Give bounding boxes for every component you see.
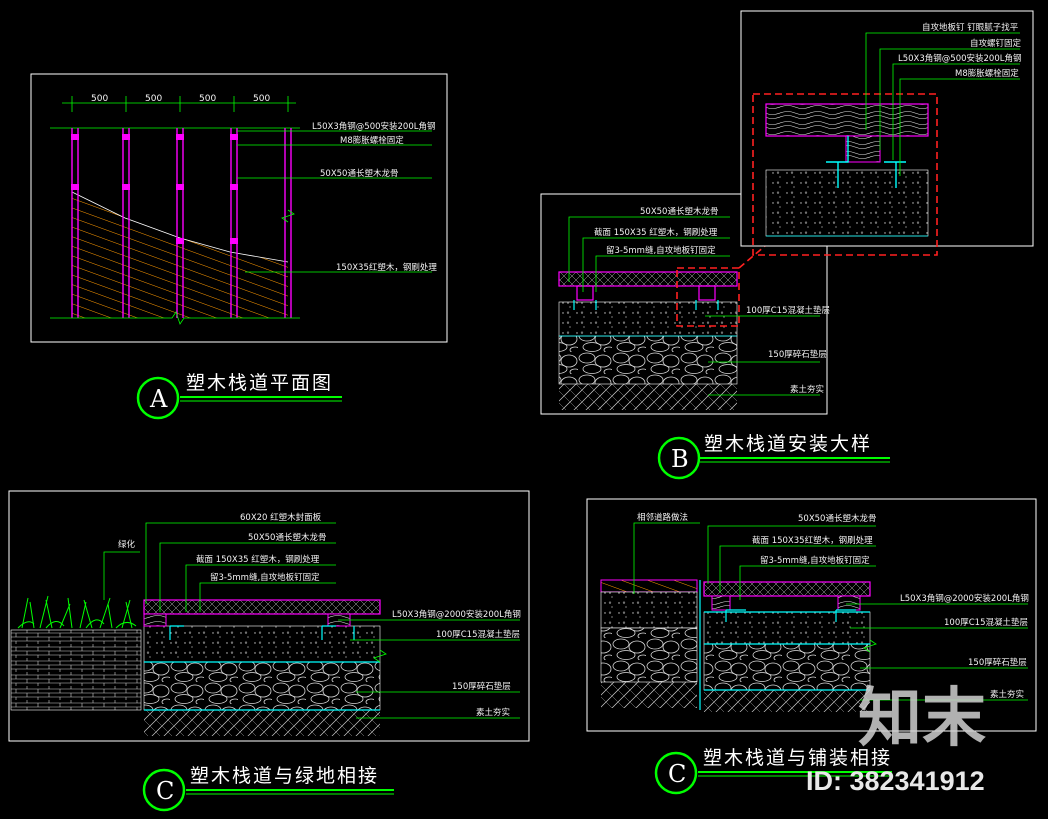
c1-callout-gravel: 150厚碎石垫层 bbox=[452, 681, 511, 692]
c2-side-label: 相邻道路做法 bbox=[637, 512, 688, 523]
dim-3: 500 bbox=[199, 94, 216, 104]
panel-c1-letter: C bbox=[156, 777, 174, 805]
c1-callout-board: 截面 150X35 红塑木，钢刷处理 bbox=[196, 554, 320, 565]
panel-b-letter: B bbox=[671, 445, 689, 473]
callout-decking: 150X35红塑木，钢刷处理 bbox=[336, 262, 437, 273]
c1-callout-concrete: 100厚C15混凝土垫层 bbox=[436, 629, 520, 640]
panel-b-enlarged-detail: 自攻地板钉 钉眼腻子找平 自攻螺钉固定 L50X3角钢@500安装200L角钢 … bbox=[740, 10, 1034, 256]
b-callout-soil: 素土夯实 bbox=[790, 384, 824, 395]
b-callout-board: 截面 150X35 红塑木，钢刷处理 bbox=[594, 227, 718, 238]
c1-callout-cover: 60X20 红塑木封面板 bbox=[240, 512, 322, 523]
watermark-id: ID: 382341912 bbox=[806, 766, 985, 796]
c2-callout-gravel: 150厚碎石垫层 bbox=[968, 657, 1027, 668]
grass-icon bbox=[17, 595, 137, 629]
c2-callout-joist: 50X50通长塑木龙骨 bbox=[798, 513, 876, 524]
callout-angle-steel: L50X3角钢@500安装200L角钢 bbox=[312, 121, 435, 132]
detail-callout-bolt: M8膨胀螺栓固定 bbox=[955, 68, 1019, 79]
callout-expansion-bolt: M8膨胀螺栓固定 bbox=[340, 135, 404, 146]
c2-callout-board: 截面 150X35红塑木，钢刷处理 bbox=[752, 535, 873, 546]
c2-callout-concrete: 100厚C15混凝土垫层 bbox=[944, 617, 1028, 628]
c2-callout-angle: L50X3角钢@2000安装200L角钢 bbox=[900, 593, 1029, 604]
panel-c1-title-block: C 塑木栈道与绿地相接 bbox=[142, 765, 394, 812]
panel-a-plan: 500 500 500 500 L50X3角钢@500安装200L角钢 M8膨胀… bbox=[30, 73, 448, 420]
c1-callout-angle: L50X3角钢@2000安装200L角钢 bbox=[392, 609, 521, 620]
cad-drawing-sheet: 500 500 500 500 L50X3角钢@500安装200L角钢 M8膨胀… bbox=[8, 10, 1037, 812]
panel-c1-lawn-junction: 绿化 60X20 红塑木封面板 50X50通长塑木龙骨 截面 150X35 红塑… bbox=[8, 490, 530, 812]
panel-c1-title: 塑木栈道与绿地相接 bbox=[190, 765, 379, 787]
dim-4: 500 bbox=[253, 94, 270, 104]
b-callout-gap: 留3-5mm缝,自攻地板钉固定 bbox=[606, 245, 716, 256]
panel-a-title: 塑木栈道平面图 bbox=[186, 372, 333, 394]
panel-a-callouts: L50X3角钢@500安装200L角钢 M8膨胀螺栓固定 50X50通长塑木龙骨… bbox=[312, 121, 437, 273]
c1-side-label: 绿化 bbox=[118, 539, 136, 550]
c2-callout-soil: 素土夯实 bbox=[990, 689, 1024, 700]
c2-callout-gap: 留3-5mm缝,自攻地板钉固定 bbox=[760, 555, 870, 566]
panel-b-title: 塑木栈道安装大样 bbox=[704, 433, 872, 455]
detail-callout-nail: 自攻地板钉 钉眼腻子找平 bbox=[922, 22, 1019, 33]
b-callout-gravel: 150厚碎石垫层 bbox=[768, 349, 827, 360]
c1-callout-soil: 素土夯实 bbox=[476, 707, 510, 718]
c1-callout-joist: 50X50通长塑木龙骨 bbox=[248, 532, 326, 543]
detail-callout-screw: 自攻螺钉固定 bbox=[970, 38, 1022, 49]
dim-2: 500 bbox=[145, 94, 162, 104]
callout-joist: 50X50通长塑木龙骨 bbox=[320, 168, 398, 179]
panel-a-title-block: A 塑木栈道平面图 bbox=[136, 372, 342, 420]
panel-b-title-block: B 塑木栈道安装大样 bbox=[657, 433, 890, 480]
dim-1: 500 bbox=[91, 94, 108, 104]
watermark-brand-logo: 知末 bbox=[858, 682, 986, 754]
c1-callout-gap: 留3-5mm缝,自攻地板钉固定 bbox=[210, 572, 320, 583]
b-callout-joist: 50X50通长塑木龙骨 bbox=[640, 206, 718, 217]
panel-c2-letter: C bbox=[668, 760, 686, 788]
panel-a-letter: A bbox=[149, 385, 168, 413]
detail-callout-angle: L50X3角钢@500安装200L角钢 bbox=[898, 53, 1021, 64]
b-callout-concrete: 100厚C15混凝土垫层 bbox=[746, 305, 830, 316]
panel-b-detail: 50X50通长塑木龙骨 截面 150X35 红塑木，钢刷处理 留3-5mm缝,自… bbox=[540, 10, 1034, 480]
dimension-labels: 500 500 500 500 bbox=[91, 94, 270, 104]
